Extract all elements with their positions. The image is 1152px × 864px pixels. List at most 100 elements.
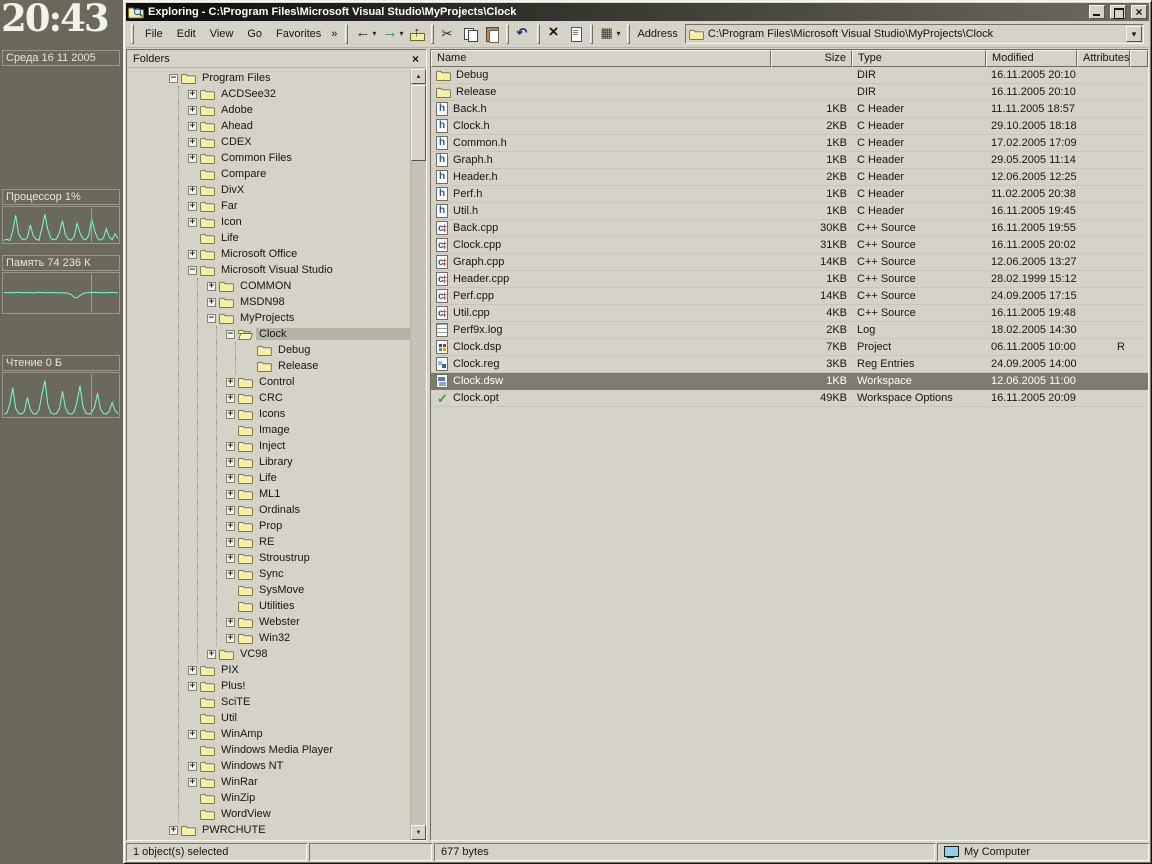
tree-item-ahead[interactable]: + Ahead [127,118,410,134]
tree-expand-toggle[interactable]: + [226,537,235,547]
file-row-graph-cpp[interactable]: Graph.cpp 14KB C++ Source 12.06.2005 13:27 [431,254,1148,271]
tree-item-plus[interactable]: + Plus! [127,678,410,694]
tree-expand-toggle[interactable]: + [188,185,197,195]
close-button[interactable] [1131,5,1147,19]
tree-item-win32[interactable]: + Win32 [127,630,410,646]
copy-button[interactable] [459,23,481,45]
tree-item-pix[interactable]: + PIX [127,662,410,678]
file-row-util-h[interactable]: Util.h 1KB C Header 16.11.2005 19:45 [431,203,1148,220]
tree-expand-toggle[interactable]: + [226,409,235,419]
tree-expand-toggle[interactable]: + [226,489,235,499]
tree-expand-toggle[interactable]: + [207,297,216,307]
tree-item-common[interactable]: + COMMON [127,278,410,294]
tree-item-library[interactable]: + Library [127,454,410,470]
tree-item-sysmove[interactable]: SysMove [127,582,410,598]
tree-expand-toggle[interactable]: + [226,505,235,515]
file-row-common-h[interactable]: Common.h 1KB C Header 17.02.2005 17:09 [431,135,1148,152]
tree-expand-toggle[interactable]: + [188,249,197,259]
tree-item-far[interactable]: + Far [127,198,410,214]
tree-item-adobe[interactable]: + Adobe [127,102,410,118]
maximize-button[interactable] [1110,5,1126,19]
tree-expand-toggle[interactable]: − [226,329,235,339]
tree-item-msdn98[interactable]: + MSDN98 [127,294,410,310]
column-header-name[interactable]: Name [431,50,771,67]
tree-item-prop[interactable]: + Prop [127,518,410,534]
tree-expand-toggle[interactable]: + [207,281,216,291]
folders-close-button[interactable] [408,52,423,66]
file-row-util-cpp[interactable]: Util.cpp 4KB C++ Source 16.11.2005 19:48 [431,305,1148,322]
tree-expand-toggle[interactable]: + [188,89,197,99]
tree-item-life[interactable]: + Life [127,470,410,486]
address-dropdown-button[interactable] [1126,26,1142,42]
views-button[interactable]: ▾ [596,23,623,45]
scroll-up-button[interactable] [411,69,426,84]
address-bar[interactable]: C:\Program Files\Microsoft Visual Studio… [684,24,1144,44]
tree-item-cdex[interactable]: + CDEX [127,134,410,150]
tree-item-vc98[interactable]: + VC98 [127,646,410,662]
tree-item-program-files[interactable]: − Program Files [127,70,410,86]
scrollbar-thumb[interactable] [411,85,426,161]
toolbar-grip[interactable] [627,24,631,44]
up-button[interactable] [406,23,428,45]
tree-item-control[interactable]: + Control [127,374,410,390]
toolbar-grip[interactable] [345,24,349,44]
title-bar[interactable]: Exploring - C:\Program Files\Microsoft V… [126,3,1149,21]
tree-expand-toggle[interactable]: − [188,265,197,275]
tree-expand-toggle[interactable]: + [188,105,197,115]
tree-expand-toggle[interactable]: − [207,313,216,323]
file-row-clock-h[interactable]: Clock.h 2KB C Header 29.10.2005 18:18 [431,118,1148,135]
tree-expand-toggle[interactable]: + [188,665,197,675]
tree-item-stroustrup[interactable]: + Stroustrup [127,550,410,566]
file-row-clock-dsp[interactable]: Clock.dsp 7KB Project 06.11.2005 10:00 R [431,339,1148,356]
column-header-attributes[interactable]: Attributes [1077,50,1130,67]
delete-button[interactable] [543,22,565,45]
menu-overflow-chevron-icon[interactable]: » [329,28,341,40]
tree-item-util[interactable]: Util [127,710,410,726]
tree-item-debug[interactable]: Debug [127,342,410,358]
tree-item-re[interactable]: + RE [127,534,410,550]
file-row-perf-cpp[interactable]: Perf.cpp 14KB C++ Source 24.09.2005 17:15 [431,288,1148,305]
menu-go[interactable]: Go [240,25,269,43]
file-row-back-cpp[interactable]: Back.cpp 30KB C++ Source 16.11.2005 19:55 [431,220,1148,237]
tree-expand-toggle[interactable]: + [226,441,235,451]
file-row-perf9x-log[interactable]: Perf9x.log 2KB Log 18.02.2005 14:30 [431,322,1148,339]
tree-expand-toggle[interactable]: + [226,617,235,627]
tree-expand-toggle[interactable]: + [226,393,235,403]
cut-button[interactable] [437,23,459,45]
tree-item-common-files[interactable]: + Common Files [127,150,410,166]
tree-item-winamp[interactable]: + WinAmp [127,726,410,742]
tree-expand-toggle[interactable]: + [188,777,197,787]
menu-edit[interactable]: Edit [170,25,203,43]
file-row-clock-cpp[interactable]: Clock.cpp 31KB C++ Source 16.11.2005 20:02 [431,237,1148,254]
tree-item-ordinals[interactable]: + Ordinals [127,502,410,518]
tree-item-icons[interactable]: + Icons [127,406,410,422]
properties-button[interactable] [565,23,587,45]
tree-item-pwrchute[interactable]: + PWRCHUTE [127,822,410,838]
tree-expand-toggle[interactable]: + [188,121,197,131]
column-header-type[interactable]: Type [852,50,986,67]
tree-expand-toggle[interactable]: + [226,633,235,643]
minimize-button[interactable] [1089,5,1105,19]
tree-item-myprojects[interactable]: − MyProjects [127,310,410,326]
column-header-size[interactable]: Size [771,50,852,67]
tree-expand-toggle[interactable]: + [226,377,235,387]
tree-expand-toggle[interactable]: + [226,553,235,563]
tree-expand-toggle[interactable]: + [169,825,178,835]
tree-expand-toggle[interactable]: + [207,649,216,659]
back-button[interactable]: ▾ [352,23,379,45]
tree-item-clock[interactable]: − Clock [127,326,410,342]
tree-item-winzip[interactable]: WinZip [127,790,410,806]
tree-item-scite[interactable]: SciTE [127,694,410,710]
tree-item-utilities[interactable]: Utilities [127,598,410,614]
file-row-perf-h[interactable]: Perf.h 1KB C Header 11.02.2005 20:38 [431,186,1148,203]
tree-item-winrar[interactable]: + WinRar [127,774,410,790]
tree-expand-toggle[interactable]: − [169,73,178,83]
tree-item-microsoft-visual-studio[interactable]: − Microsoft Visual Studio [127,262,410,278]
scrollbar-track[interactable] [411,84,426,825]
tree-item-divx[interactable]: + DivX [127,182,410,198]
tree-item-compare[interactable]: Compare [127,166,410,182]
tree-item-life[interactable]: Life [127,230,410,246]
tree-item-sync[interactable]: + Sync [127,566,410,582]
file-row-clock-opt[interactable]: Clock.opt 49KB Workspace Options 16.11.2005… [431,390,1148,407]
tree-expand-toggle[interactable]: + [226,569,235,579]
